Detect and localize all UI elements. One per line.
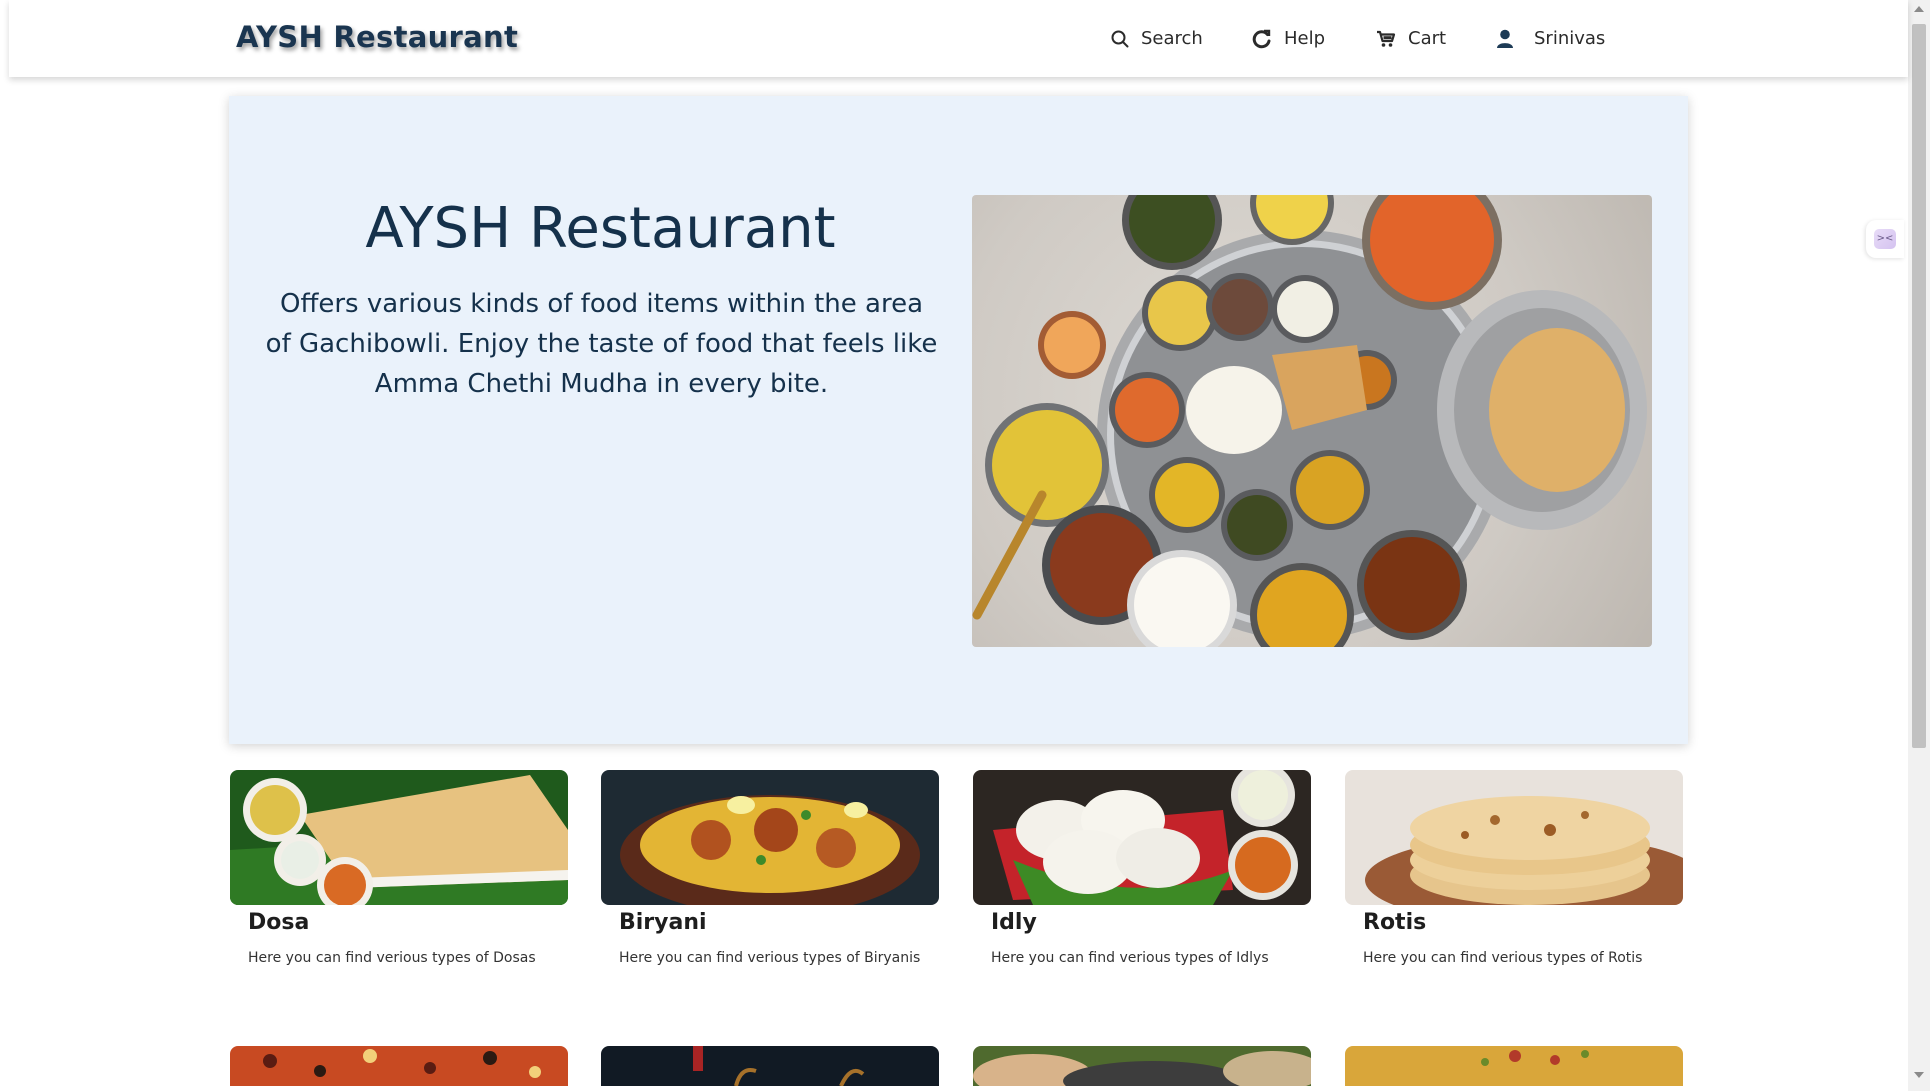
scroll-thumb[interactable] (1912, 24, 1926, 748)
scroll-up-arrow-icon[interactable] (1914, 6, 1924, 12)
category-card-partial-1[interactable] (230, 1046, 568, 1086)
drinks-image (601, 1046, 939, 1086)
card-description: Here you can find verious types of Idlys (991, 950, 1269, 966)
card-title: Idly (991, 910, 1037, 935)
category-card-partial-2[interactable] (601, 1046, 939, 1086)
rotis-image (1345, 770, 1683, 905)
nav-help-link[interactable]: Help (1252, 28, 1325, 49)
nav-user-label: Srinivas (1534, 28, 1606, 49)
extension-icon: >< (1874, 229, 1896, 249)
hero-image (972, 195, 1652, 647)
card-title: Rotis (1363, 910, 1427, 935)
help-icon (1252, 29, 1271, 48)
category-card-partial-4[interactable] (1345, 1046, 1683, 1086)
hero-description: Offers various kinds of food items withi… (265, 289, 938, 399)
card-description: Here you can find verious types of Birya… (619, 950, 921, 966)
fried-rice-image (1345, 1046, 1683, 1086)
page-scrollbar[interactable] (1908, 0, 1930, 1091)
search-icon (1111, 30, 1129, 47)
nav-search-link[interactable]: Search (1111, 28, 1203, 49)
idly-image (973, 770, 1311, 905)
user-icon (1497, 29, 1513, 48)
card-description: Here you can find verious types of Rotis (1363, 950, 1643, 966)
card-title: Biryani (619, 910, 707, 935)
nav-cart-link[interactable]: Cart (1376, 28, 1446, 49)
nav-help-label: Help (1284, 28, 1326, 49)
nav-search-label: Search (1141, 28, 1203, 49)
nav-user-link[interactable]: Srinivas (1496, 28, 1605, 49)
nav-cart-label: Cart (1408, 28, 1447, 49)
scroll-down-arrow-icon[interactable] (1914, 1072, 1924, 1078)
top-navbar: AYSH Restaurant Search Help Cart Sriniva… (9, 0, 1908, 77)
pizza-image (230, 1046, 568, 1086)
card-description: Here you can find verious types of Dosas (248, 950, 536, 966)
cart-icon (1377, 30, 1396, 47)
brand-logo[interactable]: AYSH Restaurant (236, 20, 518, 54)
hero-title: AYSH Restaurant (365, 196, 836, 261)
indian-thali-image (972, 195, 1647, 647)
category-card-partial-3[interactable] (973, 1046, 1311, 1086)
biryani-image (601, 770, 939, 905)
dosa-image (230, 770, 568, 905)
thali-image (973, 1046, 1311, 1086)
card-title: Dosa (248, 910, 310, 935)
hero-section: AYSH Restaurant Offers various kinds of … (229, 96, 1688, 744)
extension-side-tab[interactable]: >< (1866, 220, 1904, 258)
